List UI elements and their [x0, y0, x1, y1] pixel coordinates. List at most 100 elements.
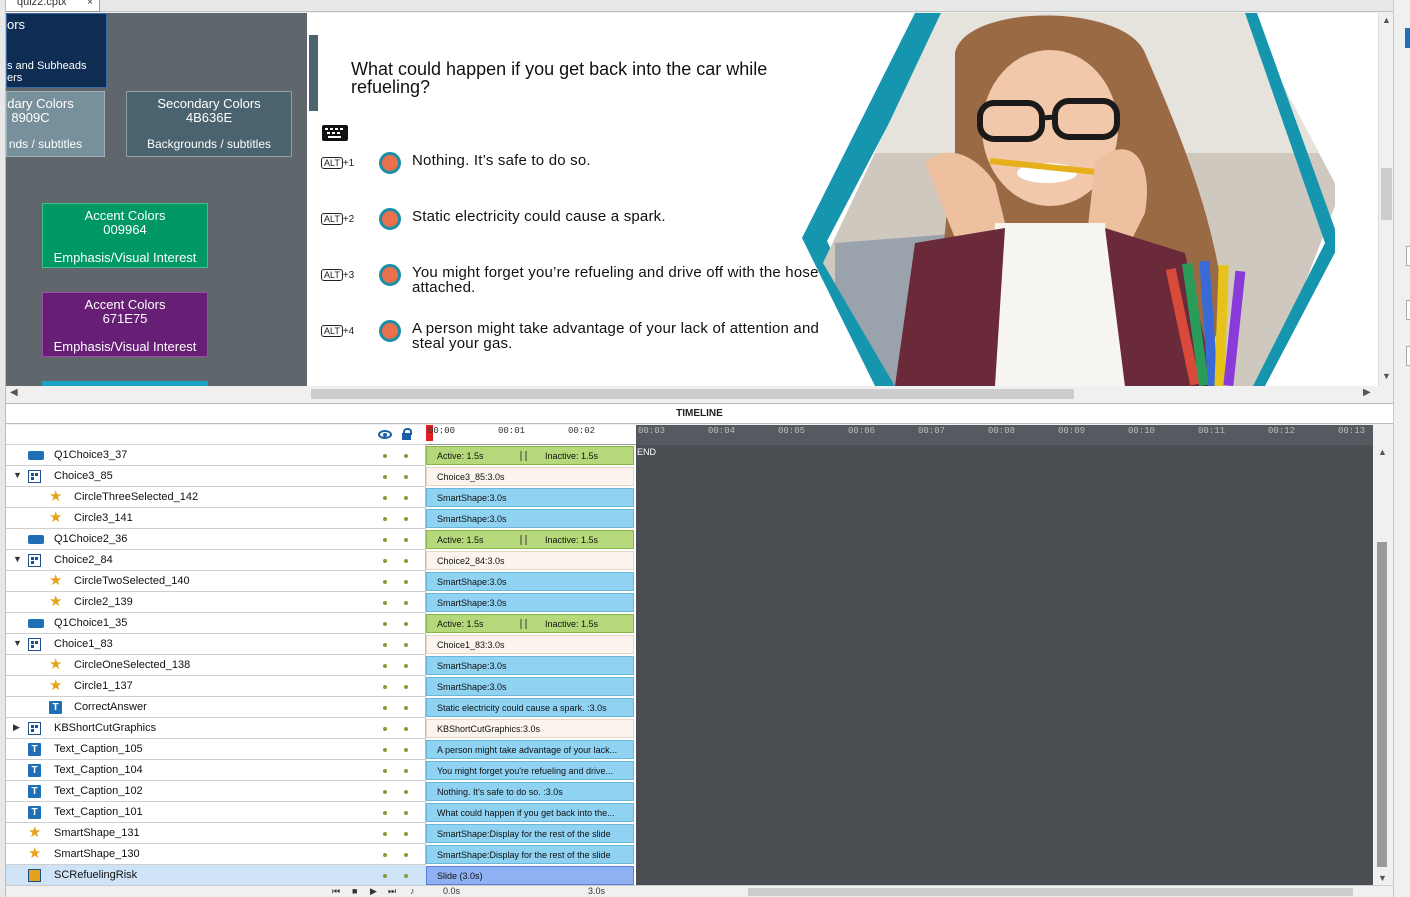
lock-toggle[interactable]	[404, 727, 408, 731]
timeline-layer-row[interactable]: ★ SmartShape_130	[6, 844, 426, 865]
lock-toggle[interactable]	[404, 748, 408, 752]
visibility-toggle[interactable]	[383, 601, 387, 605]
panel-field[interactable]	[1406, 246, 1410, 266]
visibility-toggle[interactable]	[383, 517, 387, 521]
stage-horizontal-scrollbar[interactable]: ◀ ▶	[6, 386, 1378, 402]
lock-toggle[interactable]	[404, 454, 408, 458]
panel-field[interactable]	[1406, 346, 1410, 366]
timeline-layer-row[interactable]: ★ Circle2_139	[6, 592, 426, 613]
visibility-toggle[interactable]	[383, 748, 387, 752]
pause-marker-icon[interactable]	[520, 619, 527, 629]
scrollbar-thumb[interactable]	[1377, 542, 1387, 867]
timeline-track-bar[interactable]: Active: 1.5s Inactive: 1.5s	[426, 614, 634, 633]
pause-marker-icon[interactable]	[520, 535, 527, 545]
radio-circle-icon[interactable]	[379, 208, 401, 230]
lock-toggle[interactable]	[404, 580, 408, 584]
answer-choice-1[interactable]: ALT +1 Nothing. It’s safe to do so.	[321, 152, 841, 185]
lock-toggle[interactable]	[404, 601, 408, 605]
timeline-layer-row[interactable]: ▶ KBShortCutGraphics	[6, 718, 426, 739]
radio-circle-icon[interactable]	[379, 320, 401, 342]
visibility-toggle[interactable]	[383, 454, 387, 458]
visibility-toggle[interactable]	[383, 685, 387, 689]
scroll-up-icon[interactable]: ▲	[1378, 447, 1387, 457]
timeline-layer-row[interactable]: ▼ Choice3_85	[6, 466, 426, 487]
visibility-eye-icon[interactable]	[378, 430, 392, 439]
quiz-slide[interactable]: What could happen if you get back into t…	[307, 13, 1378, 386]
lock-toggle[interactable]	[404, 811, 408, 815]
timeline-track-bar[interactable]: SmartShape:3.0s	[426, 593, 634, 612]
lock-toggle[interactable]	[404, 538, 408, 542]
timeline-layer-row[interactable]: T CorrectAnswer	[6, 697, 426, 718]
scrollbar-thumb[interactable]	[311, 389, 1074, 399]
scroll-down-icon[interactable]: ▼	[1378, 873, 1387, 883]
visibility-toggle[interactable]	[383, 622, 387, 626]
expand-toggle-icon[interactable]: ▼	[13, 554, 22, 564]
timeline-track-bar[interactable]: A person might take advantage of your la…	[426, 740, 634, 759]
answer-choice-3[interactable]: ALT +3 You might forget you’re refueling …	[321, 264, 841, 297]
scrollbar-thumb[interactable]	[1381, 168, 1392, 220]
timeline-layer-row[interactable]: ★ CircleThreeSelected_142	[6, 487, 426, 508]
audio-icon[interactable]: ♪	[410, 886, 415, 896]
timeline-horizontal-scroll-thumb[interactable]	[748, 888, 1353, 896]
visibility-toggle[interactable]	[383, 538, 387, 542]
timeline-ruler[interactable]: 00:00 00:01 00:02 00:03 00:04 00:05 00:06 00:07…	[426, 425, 1373, 445]
visibility-toggle[interactable]	[383, 580, 387, 584]
timeline-layer-row[interactable]: ★ CircleTwoSelected_140	[6, 571, 426, 592]
lock-toggle[interactable]	[404, 517, 408, 521]
visibility-toggle[interactable]	[383, 706, 387, 710]
panel-button[interactable]	[1405, 28, 1410, 48]
timeline-layer-row[interactable]: SCRefuelingRisk	[6, 865, 426, 886]
timeline-layer-row[interactable]: ★ Circle3_141	[6, 508, 426, 529]
timeline-track-bar[interactable]: SmartShape:3.0s	[426, 572, 634, 591]
lock-toggle[interactable]	[404, 643, 408, 647]
timeline-track-bar[interactable]: Static electricity could cause a spark. …	[426, 698, 634, 717]
timeline-track-bar[interactable]: SmartShape:3.0s	[426, 509, 634, 528]
timeline-layer-row[interactable]: Q1Choice3_37	[6, 445, 426, 466]
timeline-track-bar[interactable]: SmartShape:3.0s	[426, 488, 634, 507]
timeline-layer-row[interactable]: ★ SmartShape_131	[6, 823, 426, 844]
lock-toggle[interactable]	[404, 790, 408, 794]
lock-toggle[interactable]	[404, 496, 408, 500]
expand-toggle-icon[interactable]: ▼	[13, 470, 22, 480]
timeline-track-bar[interactable]: You might forget you're refueling and dr…	[426, 761, 634, 780]
visibility-toggle[interactable]	[383, 853, 387, 857]
document-tab[interactable]: quiz2.cptx ×	[0, 0, 100, 12]
radio-circle-icon[interactable]	[379, 264, 401, 286]
timeline-track-bar[interactable]: SmartShape:3.0s	[426, 677, 634, 696]
timeline-track-bar[interactable]: Choice2_84:3.0s	[426, 551, 634, 570]
timeline-layer-row[interactable]: Q1Choice2_36	[6, 529, 426, 550]
timeline-layer-row[interactable]: T Text_Caption_105	[6, 739, 426, 760]
visibility-toggle[interactable]	[383, 643, 387, 647]
expand-toggle-icon[interactable]: ▼	[13, 638, 22, 648]
expand-toggle-icon[interactable]: ▶	[13, 722, 20, 733]
visibility-toggle[interactable]	[383, 664, 387, 668]
lock-toggle[interactable]	[404, 685, 408, 689]
timeline-layer-row[interactable]: ★ CircleOneSelected_138	[6, 655, 426, 676]
rewind-icon[interactable]: ⏮	[332, 886, 340, 897]
scroll-up-icon[interactable]: ▲	[1382, 15, 1391, 25]
timeline-track-bar[interactable]: SmartShape:3.0s	[426, 656, 634, 675]
timeline-tracks[interactable]: 00:00 00:01 00:02 00:03 00:04 00:05 00:06 00:07…	[426, 425, 1373, 897]
timeline-track-bar[interactable]: SmartShape:Display for the rest of the s…	[426, 845, 634, 864]
panel-field[interactable]	[1406, 300, 1410, 320]
visibility-toggle[interactable]	[383, 832, 387, 836]
timeline-track-bar[interactable]: SmartShape:Display for the rest of the s…	[426, 824, 634, 843]
radio-circle-icon[interactable]	[379, 152, 401, 174]
timeline-track-bar[interactable]: Active: 1.5s Inactive: 1.5s	[426, 530, 634, 549]
timeline-track-bar[interactable]: Choice1_83:3.0s	[426, 635, 634, 654]
visibility-toggle[interactable]	[383, 559, 387, 563]
visibility-toggle[interactable]	[383, 811, 387, 815]
visibility-toggle[interactable]	[383, 496, 387, 500]
lock-toggle[interactable]	[404, 622, 408, 626]
timeline-layer-row[interactable]: ▼ Choice2_84	[6, 550, 426, 571]
timeline-track-bar[interactable]: Nothing. It's safe to do so. :3.0s	[426, 782, 634, 801]
lock-toggle[interactable]	[404, 475, 408, 479]
timeline-layer-row[interactable]: T Text_Caption_104	[6, 760, 426, 781]
lock-toggle[interactable]	[404, 706, 408, 710]
visibility-toggle[interactable]	[383, 475, 387, 479]
timeline-layer-row[interactable]: ★ Circle1_137	[6, 676, 426, 697]
timeline-track-bar[interactable]: Slide (3.0s)	[426, 866, 634, 885]
scroll-right-icon[interactable]: ▶	[1363, 387, 1371, 398]
timeline-layer-row[interactable]: T Text_Caption_101	[6, 802, 426, 823]
lock-icon[interactable]	[402, 428, 412, 440]
